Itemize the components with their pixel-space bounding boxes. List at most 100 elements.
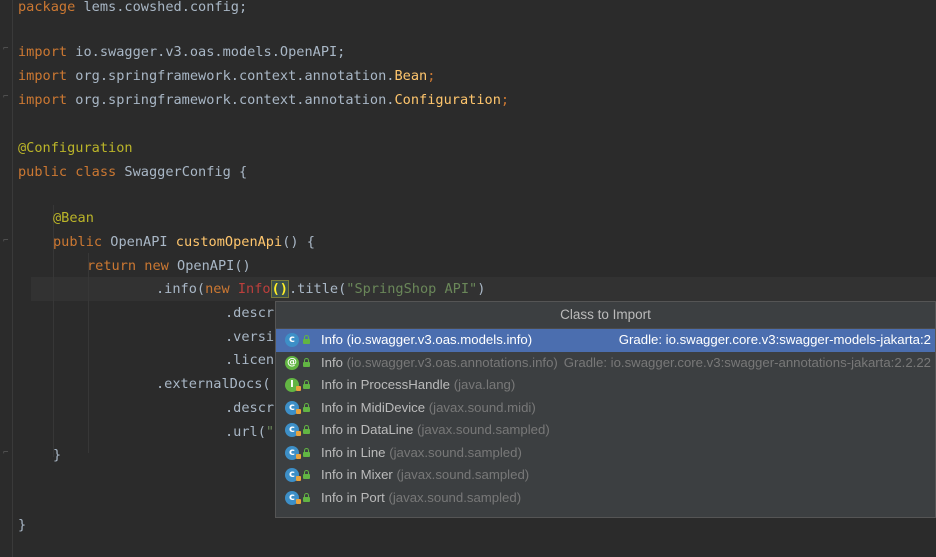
candidate-package: (java.lang) xyxy=(450,377,516,392)
code-token: Configuration xyxy=(394,92,501,108)
import-candidate-item[interactable]: c Info in MidiDevice (javax.sound.midi) xyxy=(276,397,935,420)
code-token: .title( xyxy=(288,281,347,297)
code-token: import xyxy=(18,44,68,60)
candidate-name: Info in MidiDevice (javax.sound.midi) xyxy=(321,397,536,420)
candidate-name: Info in DataLine (javax.sound.sampled) xyxy=(321,419,550,442)
code-line-12[interactable]: return new OpenAPI() xyxy=(87,254,251,278)
candidate-class: Info in Line xyxy=(321,444,386,460)
fold-marker-icon[interactable]: ⌐ xyxy=(3,45,10,54)
code-token: return new xyxy=(87,258,169,274)
code-token: lems.cowshed.config; xyxy=(75,0,248,15)
code-line-3[interactable]: import io.swagger.v3.oas.models.OpenAPI; xyxy=(18,40,345,64)
code-token: .info( xyxy=(156,281,206,297)
code-line-1[interactable]: package lems.cowshed.config; xyxy=(18,0,247,19)
public-access-icon xyxy=(303,380,310,389)
candidate-package: (javax.sound.midi) xyxy=(425,399,536,415)
import-candidate-item[interactable]: c Info in DataLine (javax.sound.sampled) xyxy=(276,419,935,442)
popup-title: Class to Import xyxy=(276,302,935,329)
candidate-name: Info in Line (javax.sound.sampled) xyxy=(321,442,522,465)
nested-badge-icon xyxy=(296,453,301,459)
code-token: () { xyxy=(282,234,315,250)
code-token: SwaggerConfig xyxy=(116,164,239,180)
candidate-package: (io.swagger.v3.oas.annotations.info) xyxy=(343,354,558,370)
fold-marker-icon[interactable]: ⌐ xyxy=(3,237,10,246)
candidate-package: (javax.sound.sampled) xyxy=(385,444,522,460)
candidate-package: (javax.sound.sampled) xyxy=(392,467,530,482)
candidate-name: Info (io.swagger.v3.oas.annotations.info… xyxy=(321,352,558,375)
candidate-source: Gradle: io.swagger.core.v3:swagger-annot… xyxy=(563,354,931,370)
code-line-16[interactable]: .licen xyxy=(225,348,274,372)
code-token: .licen xyxy=(225,352,275,368)
public-access-icon xyxy=(303,402,310,412)
code-line-14[interactable]: .descr xyxy=(225,301,274,325)
code-line-18[interactable]: .descr xyxy=(225,396,274,420)
nested-badge-icon xyxy=(296,476,301,481)
candidate-name: Info (io.swagger.v3.oas.models.info) xyxy=(321,329,532,352)
code-token: org.springframework.context.annotation. xyxy=(67,92,395,108)
class-to-import-popup[interactable]: Class to Import c Info (io.swagger.v3.oas… xyxy=(275,301,936,518)
code-token: OpenAPI() xyxy=(168,258,251,274)
import-candidate-item[interactable]: c Info in Line (javax.sound.sampled) xyxy=(276,442,935,465)
code-token: ) xyxy=(477,281,486,297)
code-token: public class xyxy=(18,164,117,180)
code-token: package xyxy=(18,0,76,15)
code-token: @Bean xyxy=(53,210,94,226)
nested-badge-icon xyxy=(296,498,301,504)
candidate-class: Info xyxy=(321,354,343,370)
code-line-11[interactable]: public OpenAPI customOpenApi() { xyxy=(53,230,315,254)
code-line-15[interactable]: .versi xyxy=(225,325,274,349)
code-line-20[interactable]: } xyxy=(53,443,61,467)
import-candidate-item[interactable]: @ Info (io.swagger.v3.oas.annotations.inf… xyxy=(276,352,935,375)
class-icon: c xyxy=(285,333,299,347)
public-access-icon xyxy=(303,447,310,457)
import-candidate-item[interactable]: I Info in ProcessHandle (java.lang) xyxy=(276,374,935,397)
fold-marker-icon[interactable]: ⌐ xyxy=(3,93,10,102)
code-token: .descr xyxy=(225,400,275,416)
import-candidate-list[interactable]: c Info (io.swagger.v3.oas.models.info) Gra… xyxy=(276,329,935,509)
code-line-7[interactable]: @Configuration xyxy=(18,136,133,160)
code-token: } xyxy=(53,447,62,463)
candidate-class: Info xyxy=(321,332,343,347)
candidate-class: Info in Mixer xyxy=(321,467,393,482)
import-candidate-item[interactable]: c Info in Mixer (javax.sound.sampled) xyxy=(276,464,935,487)
code-token: io.swagger.v3.oas.models.OpenAPI; xyxy=(67,44,346,60)
text-caret: () xyxy=(270,280,289,298)
public-access-icon xyxy=(303,335,310,344)
candidate-source: Gradle: io.swagger.core.v3:swagger-model… xyxy=(618,332,931,347)
candidate-class: Info in ProcessHandle xyxy=(321,377,451,392)
code-token: public xyxy=(53,234,103,250)
import-candidate-item[interactable]: c Info (io.swagger.v3.oas.models.info) Gra… xyxy=(276,329,935,352)
code-line-10[interactable]: @Bean xyxy=(53,206,94,230)
code-token: ; xyxy=(500,92,510,108)
code-line-23[interactable]: } xyxy=(18,513,26,537)
code-token: new xyxy=(205,281,238,297)
code-line-8[interactable]: public class SwaggerConfig { xyxy=(18,160,247,184)
code-line-19[interactable]: .url(" xyxy=(225,420,274,444)
candidate-package: (javax.sound.sampled) xyxy=(413,422,550,437)
code-token: } xyxy=(18,517,27,533)
code-line-5[interactable]: import org.springframework.context.annot… xyxy=(18,88,509,112)
code-token: .descr xyxy=(225,305,275,321)
code-token: "SpringShop API" xyxy=(346,281,478,297)
code-token: Bean xyxy=(394,68,428,84)
candidate-name: Info in Mixer (javax.sound.sampled) xyxy=(321,464,529,487)
code-token: OpenAPI xyxy=(102,234,176,250)
code-token: import xyxy=(18,92,68,108)
annotation-icon: @ xyxy=(285,355,299,370)
nested-badge-icon xyxy=(296,431,301,436)
candidate-package: (javax.sound.sampled) xyxy=(384,489,522,505)
code-token: import xyxy=(18,68,68,84)
code-line-17[interactable]: .externalDocs( xyxy=(156,372,271,396)
code-line-4[interactable]: import org.springframework.context.annot… xyxy=(18,64,435,88)
nested-badge-icon xyxy=(296,386,301,391)
code-token: .versi xyxy=(225,329,275,345)
code-line-13[interactable]: .info(new Info().title("SpringShop API") xyxy=(156,277,485,301)
candidate-class: Info in Port xyxy=(321,489,385,505)
editor-gutter[interactable] xyxy=(0,0,13,557)
import-candidate-item[interactable]: c Info in Port (javax.sound.sampled) xyxy=(276,487,935,510)
candidate-class: Info in DataLine xyxy=(321,422,414,437)
fold-marker-icon[interactable]: ⌐ xyxy=(3,449,10,458)
candidate-name: Info in ProcessHandle (java.lang) xyxy=(321,374,515,397)
candidate-class: Info in MidiDevice xyxy=(321,399,426,415)
code-token: Info xyxy=(237,281,271,297)
